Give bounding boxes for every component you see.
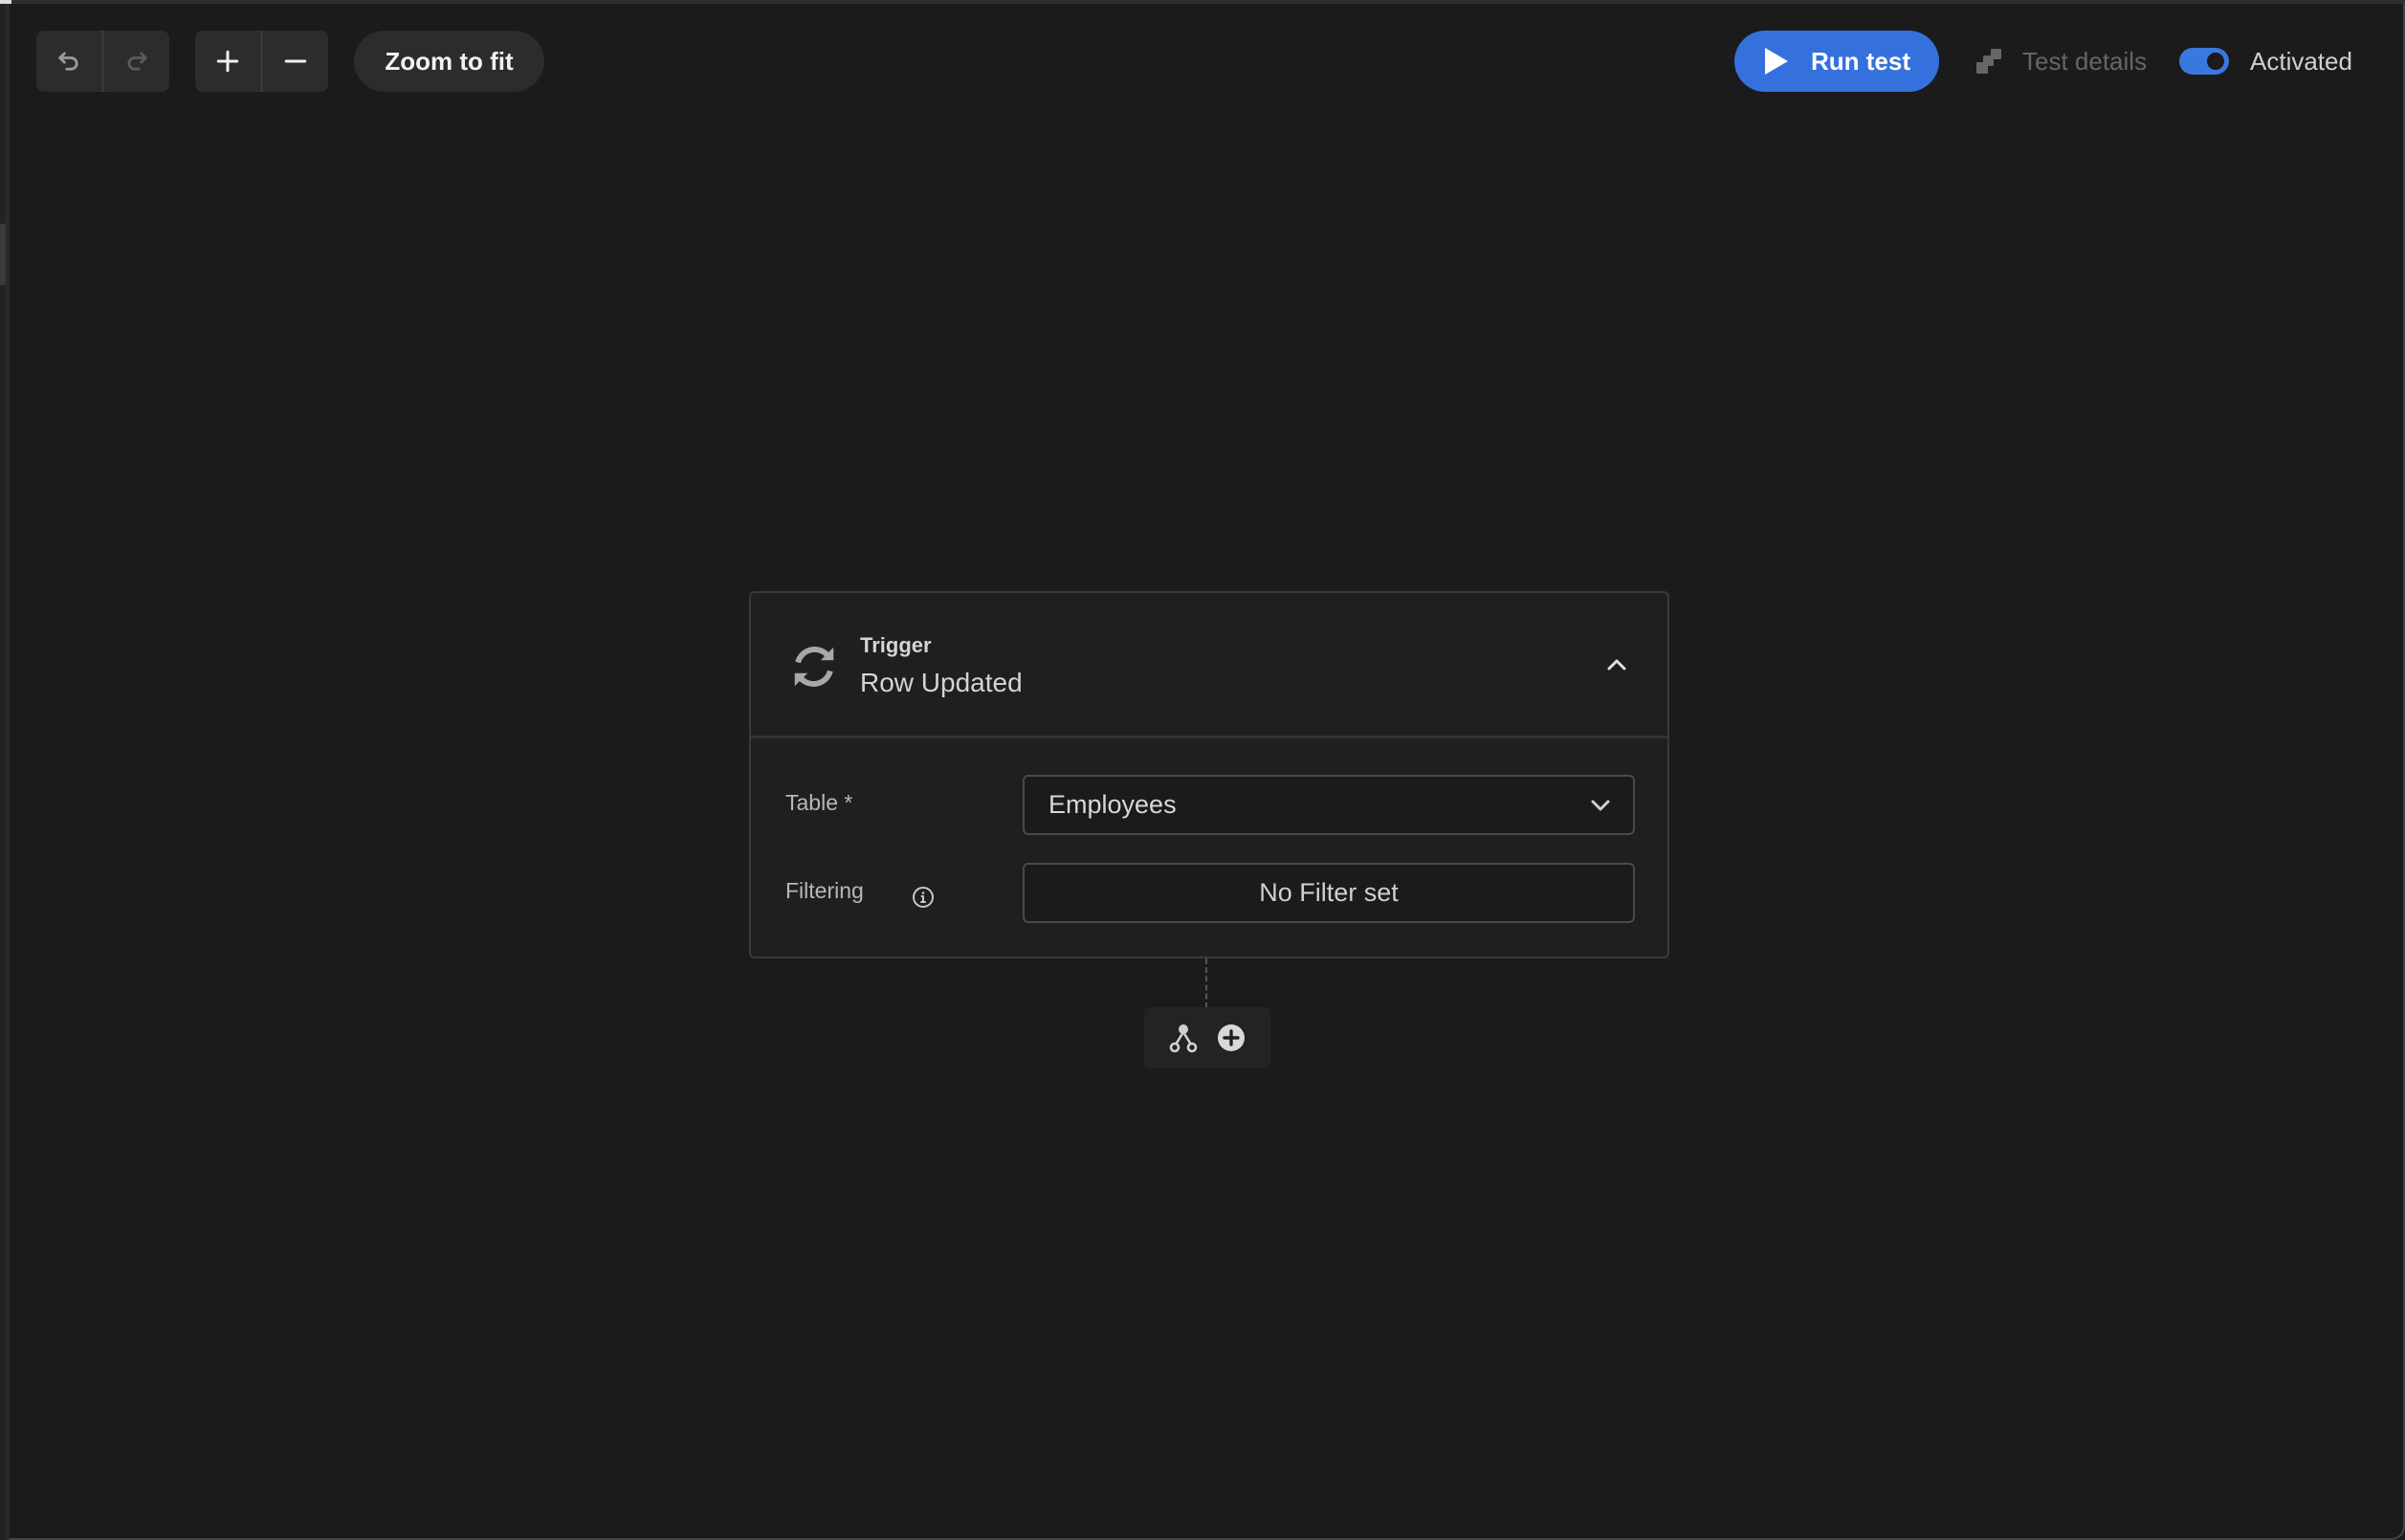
chevron-up-icon: [1607, 659, 1626, 671]
history-controls: [36, 31, 169, 92]
undo-button[interactable]: [36, 31, 101, 92]
table-field-label: Table *: [785, 790, 853, 815]
collapse-button[interactable]: [1602, 650, 1631, 679]
run-test-button[interactable]: Run test: [1734, 31, 1939, 92]
info-icon[interactable]: [912, 886, 935, 909]
trigger-title: Row Updated: [860, 668, 1023, 697]
add-step-button[interactable]: [1217, 1023, 1246, 1052]
left-panel-border: [6, 4, 10, 1540]
table-select-value: Employees: [1048, 790, 1177, 819]
undo-icon: [58, 52, 78, 71]
refresh-icon: [788, 641, 840, 697]
filter-button[interactable]: No Filter set: [1023, 863, 1635, 923]
table-select[interactable]: Employees: [1023, 775, 1635, 835]
trigger-kicker: Trigger: [860, 633, 932, 657]
add-step-icon: [1218, 1024, 1245, 1051]
toggle-switch[interactable]: [2179, 48, 2229, 75]
play-icon: [1763, 47, 1790, 76]
redo-button[interactable]: [104, 31, 169, 92]
flow-actions: [1144, 1007, 1270, 1068]
run-test-label: Run test: [1811, 46, 1910, 76]
zoom-out-button[interactable]: [263, 31, 328, 92]
filtering-label-text: Filtering: [785, 878, 864, 903]
activation-toggle[interactable]: Activated: [2179, 38, 2352, 84]
flow-connector: [1205, 958, 1207, 1008]
activated-label: Activated: [2250, 46, 2352, 76]
add-branch-button[interactable]: [1169, 1023, 1198, 1053]
toggle-knob: [2207, 53, 2224, 70]
branch-icon: [1169, 1024, 1198, 1053]
chevron-down-icon: [1591, 800, 1610, 811]
trigger-card: Trigger Row Updated Table * Employees Fi…: [749, 591, 1669, 958]
redo-icon: [127, 52, 147, 71]
zoom-controls: [195, 31, 328, 92]
test-details-button[interactable]: Test details: [1975, 38, 2147, 84]
zoom-to-fit-button[interactable]: Zoom to fit: [354, 31, 544, 92]
test-details-icon: [1975, 47, 2003, 76]
trigger-card-header[interactable]: Trigger Row Updated: [751, 593, 1667, 738]
filtering-field-label: Filtering: [785, 878, 934, 908]
zoom-in-button[interactable]: [195, 31, 260, 92]
minus-icon: [284, 59, 307, 63]
test-details-label: Test details: [2022, 46, 2148, 76]
plus-icon: [216, 50, 239, 73]
